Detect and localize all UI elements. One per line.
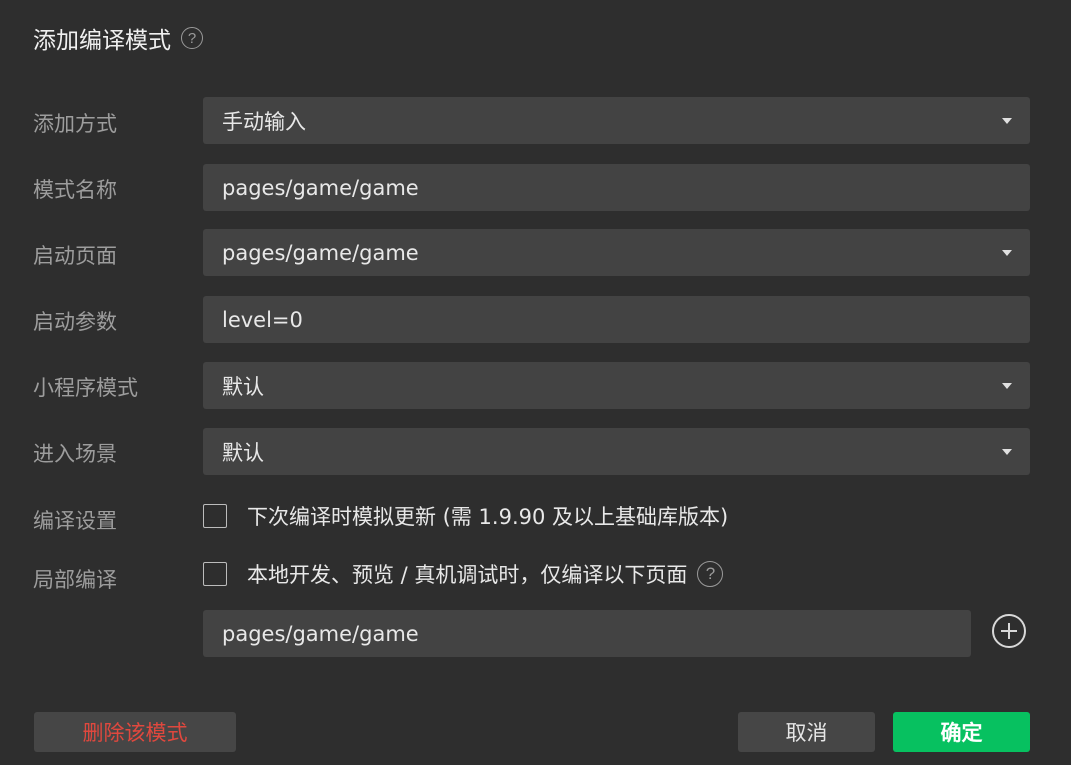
- dialog-title: 添加编译模式 ?: [33, 22, 203, 54]
- chevron-down-icon: [1002, 249, 1012, 256]
- launch-page-label: 启动页面: [33, 244, 117, 268]
- help-icon[interactable]: ?: [697, 561, 724, 587]
- add-method-label: 添加方式: [33, 112, 117, 136]
- partial-compile-checkbox[interactable]: [203, 562, 227, 586]
- mini-program-mode-select[interactable]: 默认: [203, 362, 1030, 409]
- launch-page-value: pages/game/game: [222, 240, 419, 265]
- mini-program-mode-label: 小程序模式: [33, 376, 138, 400]
- chevron-down-icon: [1002, 382, 1012, 389]
- mini-program-mode-value: 默认: [222, 374, 264, 399]
- partial-compile-label: 局部编译: [33, 568, 117, 592]
- chevron-down-icon: [1002, 448, 1012, 455]
- entry-scene-value: 默认: [222, 440, 264, 465]
- partial-compile-page-value: pages/game/game: [222, 621, 419, 646]
- add-method-select[interactable]: 手动输入: [203, 97, 1030, 144]
- launch-params-value: level=0: [222, 307, 303, 332]
- help-icon[interactable]: ?: [181, 27, 203, 49]
- simulate-update-checkbox[interactable]: [203, 504, 227, 528]
- partial-compile-option: 本地开发、预览 / 真机调试时，仅编译以下页面 ?: [203, 559, 724, 589]
- partial-compile-text: 本地开发、预览 / 真机调试时，仅编译以下页面: [247, 563, 688, 587]
- entry-scene-label: 进入场景: [33, 442, 117, 466]
- launch-params-label: 启动参数: [33, 310, 117, 334]
- mode-name-input[interactable]: pages/game/game: [203, 164, 1030, 211]
- cancel-button[interactable]: 取消: [738, 712, 875, 752]
- add-compile-mode-dialog: 添加编译模式 ? 添加方式 手动输入 模式名称 pages/game/game …: [0, 0, 1071, 765]
- mode-name-label: 模式名称: [33, 178, 117, 202]
- confirm-button[interactable]: 确定: [893, 712, 1030, 752]
- dialog-title-text: 添加编译模式: [33, 28, 171, 54]
- add-page-icon[interactable]: [992, 614, 1026, 648]
- delete-mode-button[interactable]: 删除该模式: [34, 712, 236, 752]
- add-method-value: 手动输入: [222, 109, 306, 134]
- compile-settings-label: 编译设置: [33, 509, 117, 533]
- launch-params-input[interactable]: level=0: [203, 296, 1030, 343]
- mode-name-value: pages/game/game: [222, 175, 419, 200]
- simulate-update-option: 下次编译时模拟更新 (需 1.9.90 及以上基础库版本): [203, 501, 728, 531]
- launch-page-select[interactable]: pages/game/game: [203, 229, 1030, 276]
- chevron-down-icon: [1002, 117, 1012, 124]
- partial-compile-page-input[interactable]: pages/game/game: [203, 610, 971, 657]
- entry-scene-select[interactable]: 默认: [203, 428, 1030, 475]
- simulate-update-text: 下次编译时模拟更新 (需 1.9.90 及以上基础库版本): [247, 505, 729, 529]
